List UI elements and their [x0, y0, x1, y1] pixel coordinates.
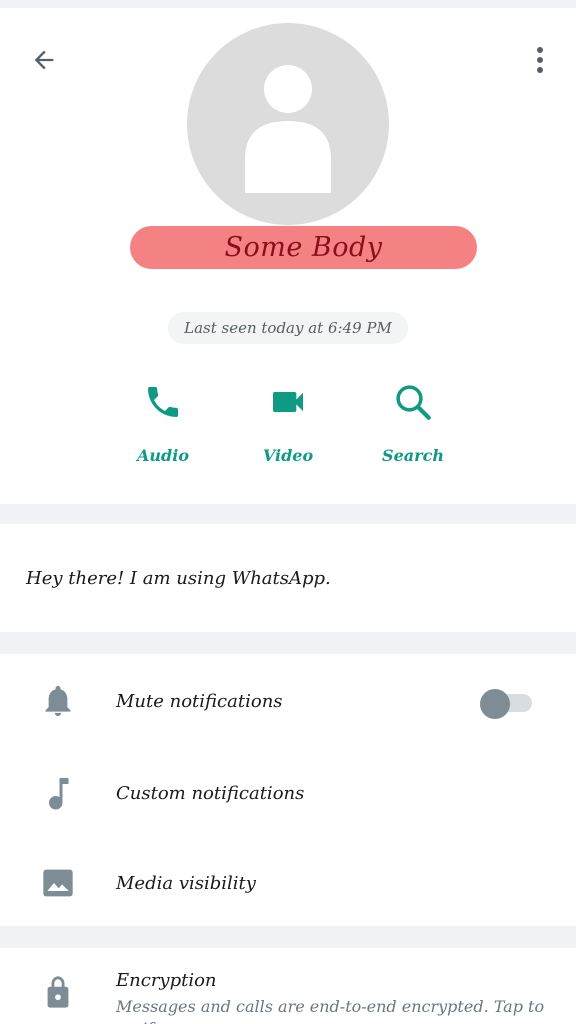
last-seen-badge: Last seen today at 6:49 PM	[168, 312, 408, 344]
encryption-row[interactable]: Encryption Messages and calls are end-to…	[0, 948, 576, 1024]
search-label: Search	[382, 446, 444, 465]
encryption-title: Encryption	[116, 970, 217, 991]
more-options-button[interactable]	[520, 38, 560, 82]
back-button[interactable]	[22, 40, 66, 80]
media-visibility-row[interactable]: Media visibility	[0, 838, 576, 928]
about-text: Hey there! I am using WhatsApp.	[26, 567, 331, 589]
mute-notifications-label: Mute notifications	[116, 690, 283, 712]
custom-notifications-row[interactable]: Custom notifications	[0, 748, 576, 838]
custom-notifications-label: Custom notifications	[116, 782, 305, 804]
image-icon	[43, 869, 73, 897]
mute-toggle[interactable]	[480, 689, 532, 719]
audio-label: Audio	[137, 446, 189, 465]
avatar[interactable]	[187, 23, 389, 225]
profile-header: Some Body Last seen today at 6:49 PM Aud…	[0, 8, 576, 504]
media-visibility-label: Media visibility	[116, 872, 256, 894]
search-icon	[396, 385, 431, 420]
more-vert-icon	[537, 47, 543, 73]
music-note-icon	[49, 778, 69, 810]
bell-icon	[45, 686, 71, 716]
videocam-icon	[273, 392, 303, 412]
contact-name: Some Body	[130, 226, 477, 269]
contact-name-text: Some Body	[224, 232, 383, 263]
encryption-subtitle: Messages and calls are end-to-end encryp…	[116, 997, 545, 1024]
last-seen-text: Last seen today at 6:49 PM	[184, 319, 392, 337]
video-call-button[interactable]: Video	[228, 380, 348, 480]
person-icon	[245, 65, 331, 193]
mute-notifications-row[interactable]: Mute notifications	[0, 656, 576, 746]
about-section[interactable]: Hey there! I am using WhatsApp.	[0, 524, 576, 632]
arrow-left-icon	[34, 50, 54, 70]
notification-settings: Mute notifications Custom notifications	[0, 654, 576, 926]
contact-info-screen: Some Body Last seen today at 6:49 PM Aud…	[0, 0, 576, 1024]
search-button[interactable]: Search	[353, 380, 473, 480]
phone-icon	[148, 387, 178, 417]
audio-call-button[interactable]: Audio	[103, 380, 223, 480]
lock-icon	[47, 976, 69, 1008]
toggle-knob	[480, 689, 510, 719]
video-label: Video	[262, 446, 314, 465]
